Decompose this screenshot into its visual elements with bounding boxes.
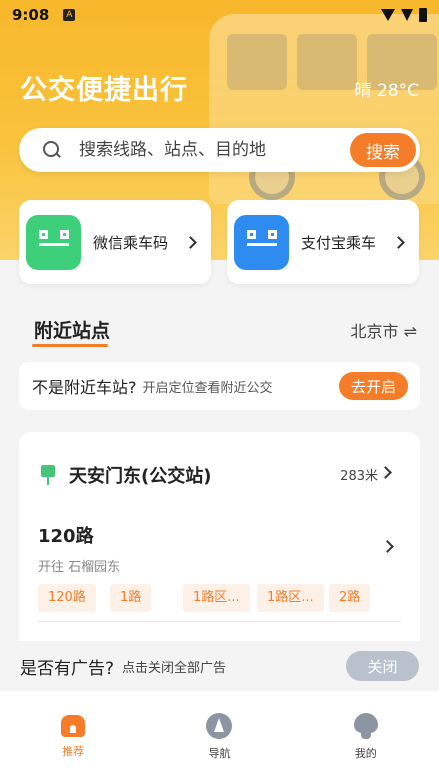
search-bar[interactable]: 搜索 [19, 128, 420, 172]
station-name: 天安门东(公交站) [69, 466, 212, 487]
station-distance: 283米 [340, 469, 378, 484]
bus-illustration [209, 14, 439, 204]
route-chip[interactable]: 1路区... [257, 584, 324, 612]
route-chip[interactable]: 2路 [329, 584, 371, 612]
status-bar: 9:08 A [0, 0, 439, 30]
battery-icon [419, 8, 427, 22]
tab-nearby-stations[interactable]: 附近站点 [34, 316, 110, 343]
nav-item-recommend[interactable]: 推荐 [23, 713, 123, 780]
alipay-label: 支付宝乘车 [301, 233, 377, 252]
status-time: 9:08 [12, 6, 50, 24]
nav-label: 推荐 [62, 745, 85, 758]
route-chip[interactable]: 120路 [38, 584, 96, 612]
route-direction: 开往 石榴园东 [38, 560, 121, 575]
chevron-right-icon [184, 235, 197, 249]
qr-code-icon [234, 214, 289, 270]
home-icon [61, 713, 86, 737]
nav-label: 导航 [208, 747, 231, 760]
location-hint: 开启定位查看附近公交 [142, 380, 273, 396]
nav-label: 我的 [354, 747, 377, 760]
tab-indicator [32, 344, 108, 347]
nav-item-profile[interactable]: 我的 [316, 713, 416, 780]
bottom-nav: 推荐 导航 我的 [0, 691, 439, 780]
divider [38, 621, 401, 622]
route-chip[interactable]: 1路区... [183, 584, 250, 612]
ad-question: 是否有广告? [20, 658, 115, 679]
route-name[interactable]: 120路 [38, 522, 94, 548]
notification-badge-icon: A [63, 9, 76, 21]
chevron-right-icon[interactable] [379, 466, 392, 479]
location-prompt: 不是附近车站? 开启定位查看附近公交 去开启 [19, 362, 420, 410]
page-title: 公交便捷出行 [20, 75, 188, 106]
nav-item-navigation[interactable]: 导航 [169, 713, 269, 780]
signal-icon [401, 9, 413, 21]
search-button[interactable]: 搜索 [350, 133, 416, 167]
bus-stop-icon [41, 465, 55, 485]
profile-icon [353, 713, 378, 739]
wifi-icon [381, 9, 395, 21]
city-switcher[interactable]: 北京市 ⇌ [351, 318, 418, 342]
close-ads-button[interactable]: 关闭 [346, 651, 419, 681]
ad-bar: 是否有广告? 点击关闭全部广告 关闭 [0, 641, 439, 691]
search-input[interactable] [79, 140, 350, 160]
search-icon [43, 141, 61, 159]
chevron-right-icon[interactable] [381, 540, 394, 553]
ad-hint: 点击关闭全部广告 [122, 660, 227, 676]
location-question: 不是附近车站? [32, 378, 137, 397]
navigation-icon [206, 713, 233, 739]
qr-code-icon [26, 214, 81, 270]
weather-info: 晴 28°C [354, 81, 419, 101]
route-chip[interactable]: 1路 [110, 584, 152, 612]
station-header[interactable]: 天安门东(公交站) [41, 462, 211, 488]
wechat-pay-card[interactable]: 微信乘车码 [19, 200, 211, 284]
wechat-pay-label: 微信乘车码 [93, 233, 169, 252]
chevron-right-icon [392, 235, 405, 249]
alipay-card[interactable]: 支付宝乘车 [227, 200, 419, 284]
enable-location-button[interactable]: 去开启 [338, 372, 408, 400]
